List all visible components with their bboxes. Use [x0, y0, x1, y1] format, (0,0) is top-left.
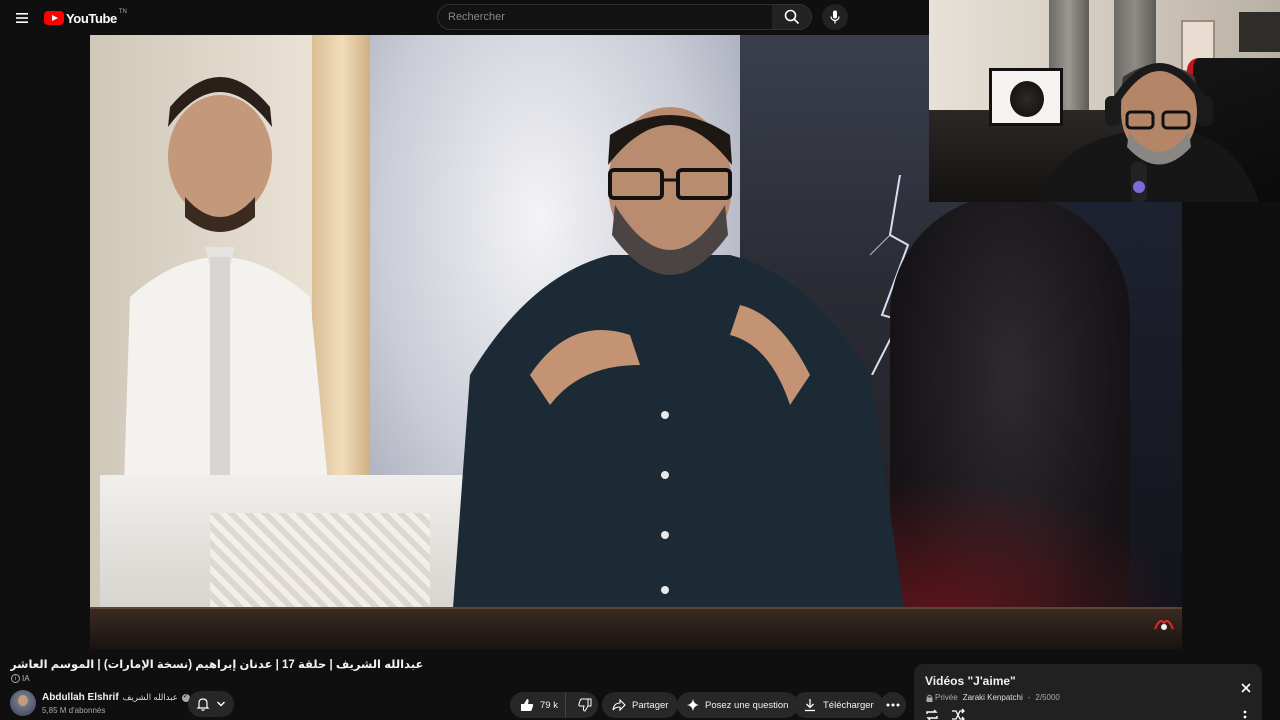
menu-button[interactable] — [10, 6, 34, 30]
channel-name-arabic: عبدالله الشريف — [122, 692, 178, 702]
share-icon — [612, 698, 626, 712]
privacy-status: Privée — [926, 693, 958, 702]
subscription-bell-button[interactable] — [188, 691, 234, 717]
share-label: Partager — [632, 699, 669, 711]
channel-watermark-icon[interactable] — [1152, 615, 1176, 633]
shuffle-icon — [952, 708, 965, 720]
youtube-play-icon — [44, 11, 64, 25]
channel-name-link[interactable]: Abdullah Elshrif عبدالله الشريف — [42, 692, 190, 703]
playlist-panel: Vidéos "J'aime" Privée Zaraki Kenpatchi … — [914, 664, 1262, 720]
dislike-button[interactable] — [572, 692, 598, 718]
channel-avatar[interactable] — [10, 690, 36, 716]
loop-playlist-button[interactable] — [924, 707, 940, 720]
hamburger-menu-icon — [16, 13, 28, 23]
search-button[interactable] — [772, 4, 812, 30]
thumbs-down-icon — [578, 698, 592, 712]
streamer-webcam — [929, 0, 1280, 202]
search-input[interactable] — [438, 5, 772, 29]
download-label: Télécharger — [823, 699, 874, 711]
search-box — [437, 4, 773, 30]
shuffle-playlist-button[interactable] — [950, 707, 966, 720]
more-horizontal-icon — [886, 703, 900, 707]
youtube-logo[interactable]: YouTube TN — [44, 9, 127, 27]
chevron-down-icon — [217, 701, 225, 707]
notification-bell-icon — [196, 698, 210, 711]
subscriber-count: 5,85 M d'abonnés — [42, 706, 106, 715]
search-icon — [784, 9, 799, 25]
playlist-owner[interactable]: Zaraki Kenpatchi — [963, 693, 1023, 702]
playlist-position: 2/5000 — [1035, 693, 1060, 702]
playlist-meta: Privée Zaraki Kenpatchi - 2/5000 — [926, 693, 1060, 702]
video-title: عبدالله الشريف | حلقة 17 | عدنان إبراهيم… — [10, 659, 424, 671]
ai-badge-label: IA — [22, 674, 30, 683]
like-button[interactable]: 79 k — [510, 692, 566, 718]
masthead: YouTube TN — [0, 0, 930, 35]
more-vertical-icon — [1243, 710, 1247, 719]
presenter-figure — [450, 107, 910, 649]
logo-text: YouTube — [66, 10, 117, 26]
logo-region-code: TN — [118, 9, 127, 15]
thumbs-up-icon — [521, 699, 534, 711]
ask-question-label: Posez une question — [705, 699, 789, 711]
lock-icon — [926, 694, 933, 702]
close-playlist-button[interactable] — [1238, 680, 1254, 696]
info-icon: i — [11, 674, 20, 683]
close-icon — [1241, 683, 1251, 693]
ask-question-button[interactable]: Posez une question — [677, 692, 799, 718]
channel-name: Abdullah Elshrif — [42, 692, 119, 703]
loop-icon — [926, 709, 938, 720]
like-count: 79 k — [540, 699, 558, 711]
privacy-label: Privée — [935, 693, 958, 702]
more-actions-button[interactable] — [880, 692, 906, 718]
playlist-title[interactable]: Vidéos "J'aime" — [925, 674, 1016, 688]
like-dislike-group: 79 k — [510, 692, 598, 718]
share-button[interactable]: Partager — [602, 692, 679, 718]
microphone-icon — [830, 10, 840, 24]
download-button[interactable]: Télécharger — [793, 692, 884, 718]
playlist-separator: - — [1027, 693, 1031, 702]
voice-search-button[interactable] — [822, 4, 848, 30]
playlist-more-button[interactable] — [1240, 708, 1250, 720]
ai-badge[interactable]: i IA — [11, 674, 30, 683]
sparkle-icon — [687, 699, 699, 711]
streamer-figure — [1039, 63, 1259, 202]
desk — [90, 607, 1182, 649]
download-icon — [805, 699, 815, 712]
